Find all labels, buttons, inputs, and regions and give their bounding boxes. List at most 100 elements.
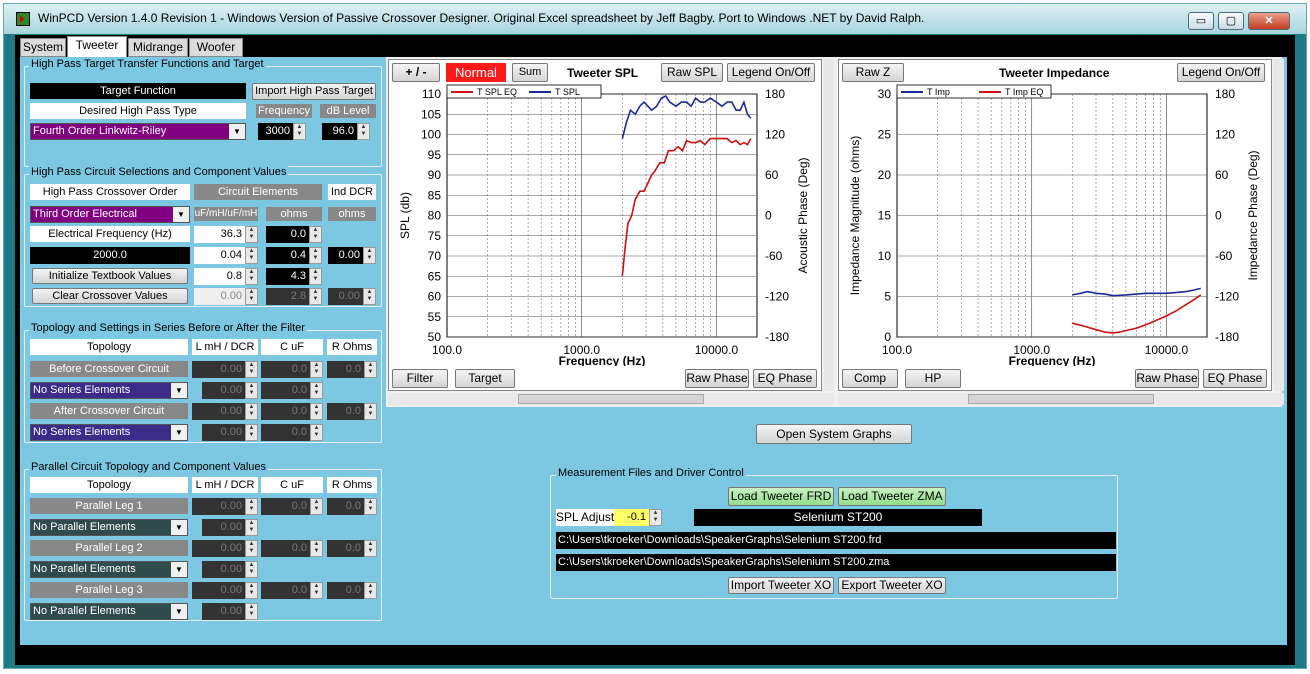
spl-raw-phase-button[interactable]: Raw Phase: [685, 369, 749, 388]
spinner-arrows-icon[interactable]: ▲ ▼: [309, 226, 322, 243]
spinner-arrows-icon[interactable]: ▲ ▼: [309, 268, 322, 285]
spinner-arrows-icon[interactable]: ▲ ▼: [245, 382, 258, 399]
scrollbar-thumb[interactable]: [518, 394, 704, 404]
after-l-spinner[interactable]: 0.00 ▲ ▼: [192, 403, 258, 420]
spinner-arrows-icon[interactable]: ▲ ▼: [245, 226, 258, 243]
leg3-c-spinner[interactable]: 0.0 ▲ ▼: [261, 582, 323, 599]
before-r-spinner[interactable]: 0.0 ▲ ▼: [327, 361, 377, 378]
spinner-arrows-icon[interactable]: ▲ ▼: [310, 403, 323, 420]
hp-button[interactable]: HP: [905, 369, 961, 388]
normal-button[interactable]: Normal: [446, 63, 506, 82]
after-r-spinner[interactable]: 0.0 ▲ ▼: [327, 403, 377, 420]
spinner-arrows-icon[interactable]: ▲ ▼: [245, 540, 258, 557]
spinner-arrows-icon[interactable]: ▲ ▼: [310, 382, 323, 399]
frequency-spinner[interactable]: 3000 ▲ ▼: [258, 123, 306, 140]
spl-vertical-scrollbar[interactable]: [824, 59, 834, 391]
clear-crossover-button[interactable]: Clear Crossover Values: [32, 288, 188, 304]
ohms-1-spinner[interactable]: 0.0 ▲ ▼: [266, 226, 322, 243]
leg2-dcr-spinner[interactable]: 0.00 ▲ ▼: [202, 561, 258, 578]
series-before-l-spinner[interactable]: 0.00 ▲ ▼: [202, 382, 258, 399]
before-l-spinner[interactable]: 0.00 ▲ ▼: [192, 361, 258, 378]
dcr-2-spinner[interactable]: 0.00 ▲ ▼: [328, 288, 376, 305]
sum-button[interactable]: Sum: [512, 63, 548, 82]
ohms-2-spinner[interactable]: 0.4 ▲ ▼: [266, 247, 322, 264]
component-1-spinner[interactable]: 36.3 ▲ ▼: [194, 226, 258, 243]
parallel-leg-2-select[interactable]: No Parallel Elements ▼: [30, 561, 188, 578]
db-level-spinner[interactable]: 96.0 ▲ ▼: [322, 123, 370, 140]
filter-button[interactable]: Filter: [392, 369, 448, 388]
spinner-arrows-icon[interactable]: ▲ ▼: [309, 288, 322, 305]
spinner-arrows-icon[interactable]: ▲ ▼: [310, 424, 323, 441]
zma-path-field[interactable]: C:\Users\tkroeker\Downloads\SpeakerGraph…: [556, 554, 1116, 571]
spinner-arrows-icon[interactable]: ▲ ▼: [245, 561, 258, 578]
spl-eq-phase-button[interactable]: EQ Phase: [753, 369, 817, 388]
impedance-vertical-scrollbar[interactable]: [1274, 59, 1284, 391]
leg1-r-spinner[interactable]: 0.0 ▲ ▼: [327, 498, 377, 515]
spl-legend-toggle-button[interactable]: Legend On/Off: [727, 63, 815, 82]
impedance-legend-toggle-button[interactable]: Legend On/Off: [1177, 63, 1265, 82]
load-tweeter-zma-button[interactable]: Load Tweeter ZMA: [838, 487, 946, 506]
leg1-c-spinner[interactable]: 0.0 ▲ ▼: [261, 498, 323, 515]
spinner-arrows-icon[interactable]: ▲ ▼: [245, 582, 258, 599]
dcr-1-spinner[interactable]: 0.00 ▲ ▼: [328, 247, 376, 264]
spinner-arrows-icon[interactable]: ▲ ▼: [309, 247, 322, 264]
after-c-spinner[interactable]: 0.0 ▲ ▼: [261, 403, 323, 420]
tab-woofer[interactable]: Woofer: [189, 38, 243, 57]
spinner-arrows-icon[interactable]: ▲ ▼: [245, 288, 258, 305]
component-3-spinner[interactable]: 0.8 ▲ ▼: [194, 268, 258, 285]
target-button[interactable]: Target: [455, 369, 515, 388]
spinner-arrows-icon[interactable]: ▲ ▼: [293, 123, 306, 140]
raw-z-button[interactable]: Raw Z: [842, 63, 904, 82]
series-before-c-spinner[interactable]: 0.0 ▲ ▼: [261, 382, 323, 399]
minimize-button[interactable]: ▭: [1188, 12, 1214, 30]
spl-adjust-spinner[interactable]: -0.1 ▲ ▼: [614, 509, 662, 526]
leg1-dcr-spinner[interactable]: 0.00 ▲ ▼: [202, 519, 258, 536]
close-button[interactable]: ✕: [1248, 12, 1290, 30]
frd-path-field[interactable]: C:\Users\tkroeker\Downloads\SpeakerGraph…: [556, 532, 1116, 549]
highpass-type-select[interactable]: Fourth Order Linkwitz-Riley ▼: [30, 123, 246, 140]
component-2-spinner[interactable]: 0.04 ▲ ▼: [194, 247, 258, 264]
spinner-arrows-icon[interactable]: ▲ ▼: [364, 540, 377, 557]
impedance-horizontal-scrollbar[interactable]: [838, 393, 1284, 405]
leg1-l-spinner[interactable]: 0.00 ▲ ▼: [192, 498, 258, 515]
tab-midrange[interactable]: Midrange: [128, 38, 188, 57]
spinner-arrows-icon[interactable]: ▲ ▼: [363, 288, 376, 305]
plus-minus-button[interactable]: + / -: [392, 63, 440, 82]
spinner-arrows-icon[interactable]: ▲ ▼: [364, 582, 377, 599]
before-c-spinner[interactable]: 0.0 ▲ ▼: [261, 361, 323, 378]
spinner-arrows-icon[interactable]: ▲ ▼: [649, 509, 662, 526]
spinner-arrows-icon[interactable]: ▲ ▼: [245, 403, 258, 420]
import-highpass-target-button[interactable]: Import High Pass Target: [252, 83, 376, 100]
load-tweeter-frd-button[interactable]: Load Tweeter FRD: [728, 487, 834, 506]
series-before-select[interactable]: No Series Elements ▼: [30, 382, 188, 399]
spl-horizontal-scrollbar[interactable]: [388, 393, 834, 405]
spinner-arrows-icon[interactable]: ▲ ▼: [364, 403, 377, 420]
impedance-raw-phase-button[interactable]: Raw Phase: [1135, 369, 1199, 388]
spinner-arrows-icon[interactable]: ▲ ▼: [364, 498, 377, 515]
leg2-c-spinner[interactable]: 0.0 ▲ ▼: [261, 540, 323, 557]
maximize-button[interactable]: ▢: [1218, 12, 1244, 30]
tab-system[interactable]: System: [20, 38, 66, 57]
driver-name-field[interactable]: Selenium ST200: [694, 509, 982, 526]
export-tweeter-xo-button[interactable]: Export Tweeter XO: [838, 577, 946, 594]
open-system-graphs-button[interactable]: Open System Graphs: [756, 424, 912, 444]
series-after-select[interactable]: No Series Elements ▼: [30, 424, 188, 441]
raw-spl-button[interactable]: Raw SPL: [661, 63, 723, 82]
comp-button[interactable]: Comp: [842, 369, 898, 388]
spinner-arrows-icon[interactable]: ▲ ▼: [310, 540, 323, 557]
spinner-arrows-icon[interactable]: ▲ ▼: [310, 361, 323, 378]
impedance-eq-phase-button[interactable]: EQ Phase: [1203, 369, 1267, 388]
crossover-order-select[interactable]: Third Order Electrical ▼: [30, 206, 190, 223]
leg2-r-spinner[interactable]: 0.0 ▲ ▼: [327, 540, 377, 557]
leg3-r-spinner[interactable]: 0.0 ▲ ▼: [327, 582, 377, 599]
ohms-3-spinner[interactable]: 4.3 ▲ ▼: [266, 268, 322, 285]
parallel-leg-3-select[interactable]: No Parallel Elements ▼: [30, 603, 188, 620]
spinner-arrows-icon[interactable]: ▲ ▼: [364, 361, 377, 378]
initialize-textbook-button[interactable]: Initialize Textbook Values: [32, 268, 188, 284]
ohms-4-spinner[interactable]: 2.8 ▲ ▼: [266, 288, 322, 305]
spinner-arrows-icon[interactable]: ▲ ▼: [245, 247, 258, 264]
tab-tweeter[interactable]: Tweeter: [67, 36, 127, 57]
leg2-l-spinner[interactable]: 0.00 ▲ ▼: [192, 540, 258, 557]
spinner-arrows-icon[interactable]: ▲ ▼: [245, 424, 258, 441]
spinner-arrows-icon[interactable]: ▲ ▼: [245, 361, 258, 378]
